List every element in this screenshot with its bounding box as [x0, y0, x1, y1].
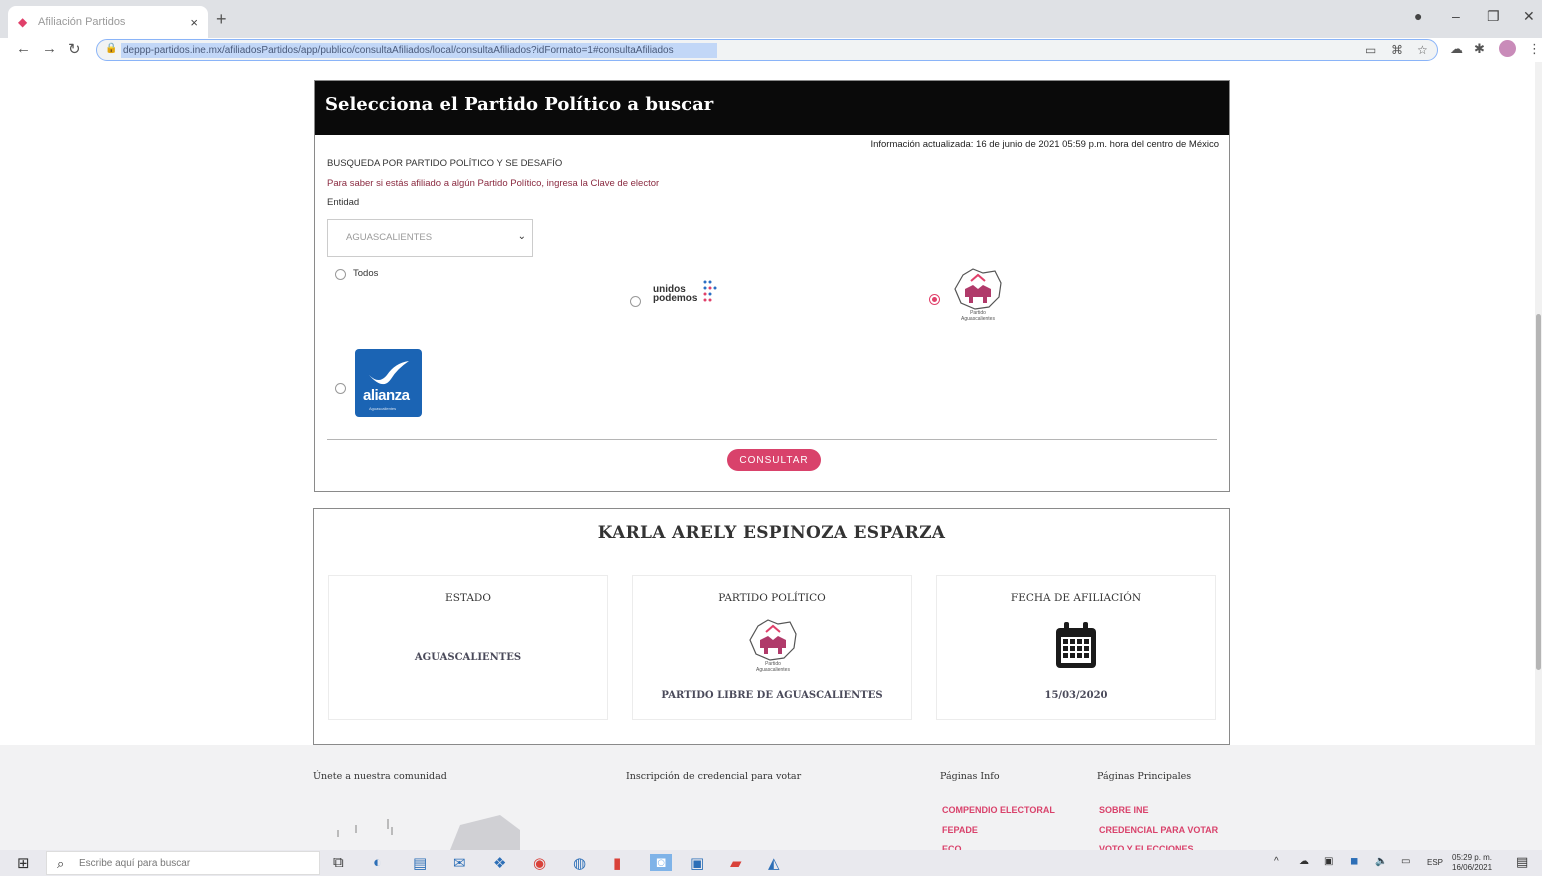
office-icon[interactable]: ▮ — [613, 854, 621, 872]
back-arrow-icon[interactable]: ← — [16, 40, 31, 57]
taskbar-search-placeholder: Escribe aquí para buscar — [79, 858, 191, 869]
result-party-column: PARTIDO POLÍTICO Partido Aguascalientes … — [632, 575, 912, 720]
radio-todos[interactable] — [335, 269, 346, 280]
result-person-name: KARLA ARELY ESPINOZA ESPARZA — [597, 523, 946, 543]
minimize-button[interactable]: – — [1452, 8, 1460, 24]
date-value: 15/03/2020 — [1044, 690, 1108, 701]
search-header-title: Selecciona el Partido Político a buscar — [315, 81, 1229, 135]
outlook-icon[interactable]: ▣ — [690, 854, 704, 872]
info-updated: Información actualizada: 16 de junio de … — [870, 139, 1219, 150]
search-icon: ⌕ — [57, 856, 65, 871]
result-card: KARLA ARELY ESPINOZA ESPARZA ESTADO AGUA… — [313, 508, 1230, 745]
entity-select[interactable]: AGUASCALIENTES ⌄ — [327, 219, 533, 257]
browser-menu-icon[interactable]: ⋮ — [1528, 41, 1541, 57]
bookmark-star-icon[interactable]: ☆ — [1417, 43, 1428, 57]
tray-device-icon[interactable]: ▣ — [1324, 856, 1333, 867]
edge-icon[interactable]: ◐ — [373, 854, 382, 871]
partido-libre-logo: Partido Aguascalientes — [949, 267, 1007, 327]
footer-link-sobre-ine[interactable]: SOBRE INE — [1099, 805, 1149, 815]
party-value: PARTIDO LIBRE DE AGUASCALIENTES — [661, 690, 883, 701]
chevron-down-icon: ⌄ — [517, 231, 526, 242]
close-tab-icon[interactable]: × — [190, 15, 198, 30]
radio-todos-label: Todos — [353, 268, 379, 279]
entity-select-value: AGUASCALIENTES — [346, 232, 433, 243]
party-logo: Partido Aguascalientes — [744, 618, 802, 673]
scrollbar-thumb[interactable] — [1536, 314, 1541, 670]
tray-cloud-icon[interactable]: ☁ — [1299, 856, 1309, 867]
partido-libre-emblem-icon — [954, 268, 1002, 310]
cast-icon[interactable]: ▭ — [1365, 43, 1376, 57]
footer-col-main-pages: Páginas Principales — [1097, 771, 1192, 782]
browser-record-icon[interactable]: ● — [1414, 8, 1422, 24]
footer-col-credential[interactable]: Inscripción de credencial para votar — [626, 771, 801, 782]
lock-icon: 🔒 — [105, 43, 118, 54]
mail-icon[interactable]: ✉ — [453, 854, 466, 872]
store-icon[interactable]: ▤ — [413, 854, 427, 872]
extensions-puzzle-icon[interactable]: ✱ — [1474, 41, 1485, 57]
result-date-column: FECHA DE AFILIACIÓN 15/03/2020 — [936, 575, 1216, 720]
taskbar-search-box[interactable]: ⌕ Escribe aquí para buscar — [46, 851, 320, 875]
footer-link-fepade[interactable]: FEPADE — [942, 825, 978, 835]
browser-tabbar: ◆ Afiliación Partidos × + ● – ❐ ✕ — [0, 0, 1542, 38]
browser-tab[interactable]: ◆ Afiliación Partidos × — [8, 6, 208, 38]
taskbar-clock[interactable]: 05:29 p. m. 16/06/2021 — [1452, 853, 1492, 873]
radio-partido-libre[interactable] — [929, 294, 940, 305]
windows-taskbar: ⊞ ⌕ Escribe aquí para buscar ⧉ ◐ ▤ ✉ ❖ ◉… — [0, 850, 1542, 876]
browser-toolbar: ← → ↻ 🔒 deppp-partidos.ine.mx/afiliadosP… — [0, 38, 1542, 62]
unidos-dots-icon — [703, 280, 717, 302]
state-header: ESTADO — [445, 592, 491, 604]
address-url[interactable]: deppp-partidos.ine.mx/afiliadosPartidos/… — [121, 43, 717, 58]
alianza-swoosh-icon — [369, 361, 409, 385]
close-window-button[interactable]: ✕ — [1523, 8, 1535, 25]
tray-volume-icon[interactable]: 🔈 — [1375, 856, 1387, 867]
partido-libre-emblem-icon — [749, 619, 797, 661]
tray-chevron-up-icon[interactable]: ^ — [1274, 856, 1279, 867]
footer-link-compendio[interactable]: COMPENDIO ELECTORAL — [942, 805, 1055, 815]
result-state-column: ESTADO AGUASCALIENTES — [328, 575, 608, 720]
app-icon-6[interactable]: ◍ — [573, 854, 586, 872]
radio-unidos-podemos[interactable] — [630, 296, 641, 307]
active-app-icon[interactable]: ◙ — [650, 854, 672, 871]
profile-avatar[interactable] — [1499, 40, 1516, 57]
unidos-podemos-logo: unidos podemos — [653, 279, 725, 311]
footer-col-info-pages: Páginas Info — [940, 771, 1000, 782]
site-footer: Únete a nuestra comunidad Inscripción de… — [0, 745, 1542, 850]
page-scrollbar[interactable] — [1535, 62, 1542, 850]
cloud-extension-icon[interactable]: ☁ — [1450, 41, 1463, 57]
forward-arrow-icon[interactable]: → — [42, 40, 57, 57]
translate-icon[interactable]: ⌘ — [1391, 43, 1403, 57]
consultar-button[interactable]: CONSULTAR — [727, 449, 821, 471]
new-tab-button[interactable]: + — [216, 9, 227, 30]
party-header: PARTIDO POLÍTICO — [718, 592, 826, 604]
address-bar[interactable]: 🔒 deppp-partidos.ine.mx/afiliadosPartido… — [96, 39, 1438, 61]
search-instructions: Para saber si estás afiliado a algún Par… — [327, 178, 660, 189]
party-search-card: Selecciona el Partido Político a buscar … — [314, 80, 1230, 492]
calendar-icon — [1056, 622, 1096, 668]
state-value: AGUASCALIENTES — [414, 652, 522, 663]
chrome-icon[interactable]: ◉ — [533, 854, 546, 872]
app-icon-11[interactable]: ◭ — [768, 854, 780, 872]
tray-network-icon[interactable]: ▭ — [1401, 856, 1410, 867]
form-divider — [327, 439, 1217, 440]
site-favicon-icon: ◆ — [18, 15, 28, 29]
radio-alianza[interactable] — [335, 383, 346, 394]
reload-icon[interactable]: ↻ — [68, 40, 81, 58]
tray-language[interactable]: ESP — [1427, 858, 1443, 867]
tab-title: Afiliación Partidos — [38, 16, 126, 28]
footer-link-credencial[interactable]: CREDENCIAL PARA VOTAR — [1099, 825, 1218, 835]
entity-label: Entidad — [327, 197, 360, 208]
date-header: FECHA DE AFILIACIÓN — [1010, 592, 1142, 604]
maximize-button[interactable]: ❐ — [1487, 8, 1500, 25]
footer-illustration — [337, 815, 520, 850]
task-view-icon[interactable]: ⧉ — [333, 854, 344, 871]
alianza-logo: alianza Aguascalientes — [355, 349, 422, 417]
section-title: BUSQUEDA POR PARTIDO POLÍTICO Y SE DESAF… — [327, 158, 563, 169]
tray-defender-icon[interactable]: ◼ — [1350, 856, 1358, 867]
windows-start-icon[interactable]: ⊞ — [17, 854, 30, 872]
notifications-icon[interactable]: ▤ — [1516, 854, 1528, 870]
footer-col-community[interactable]: Únete a nuestra comunidad — [313, 771, 447, 782]
dropbox-icon[interactable]: ❖ — [493, 854, 506, 872]
acrobat-icon[interactable]: ▰ — [730, 854, 742, 872]
